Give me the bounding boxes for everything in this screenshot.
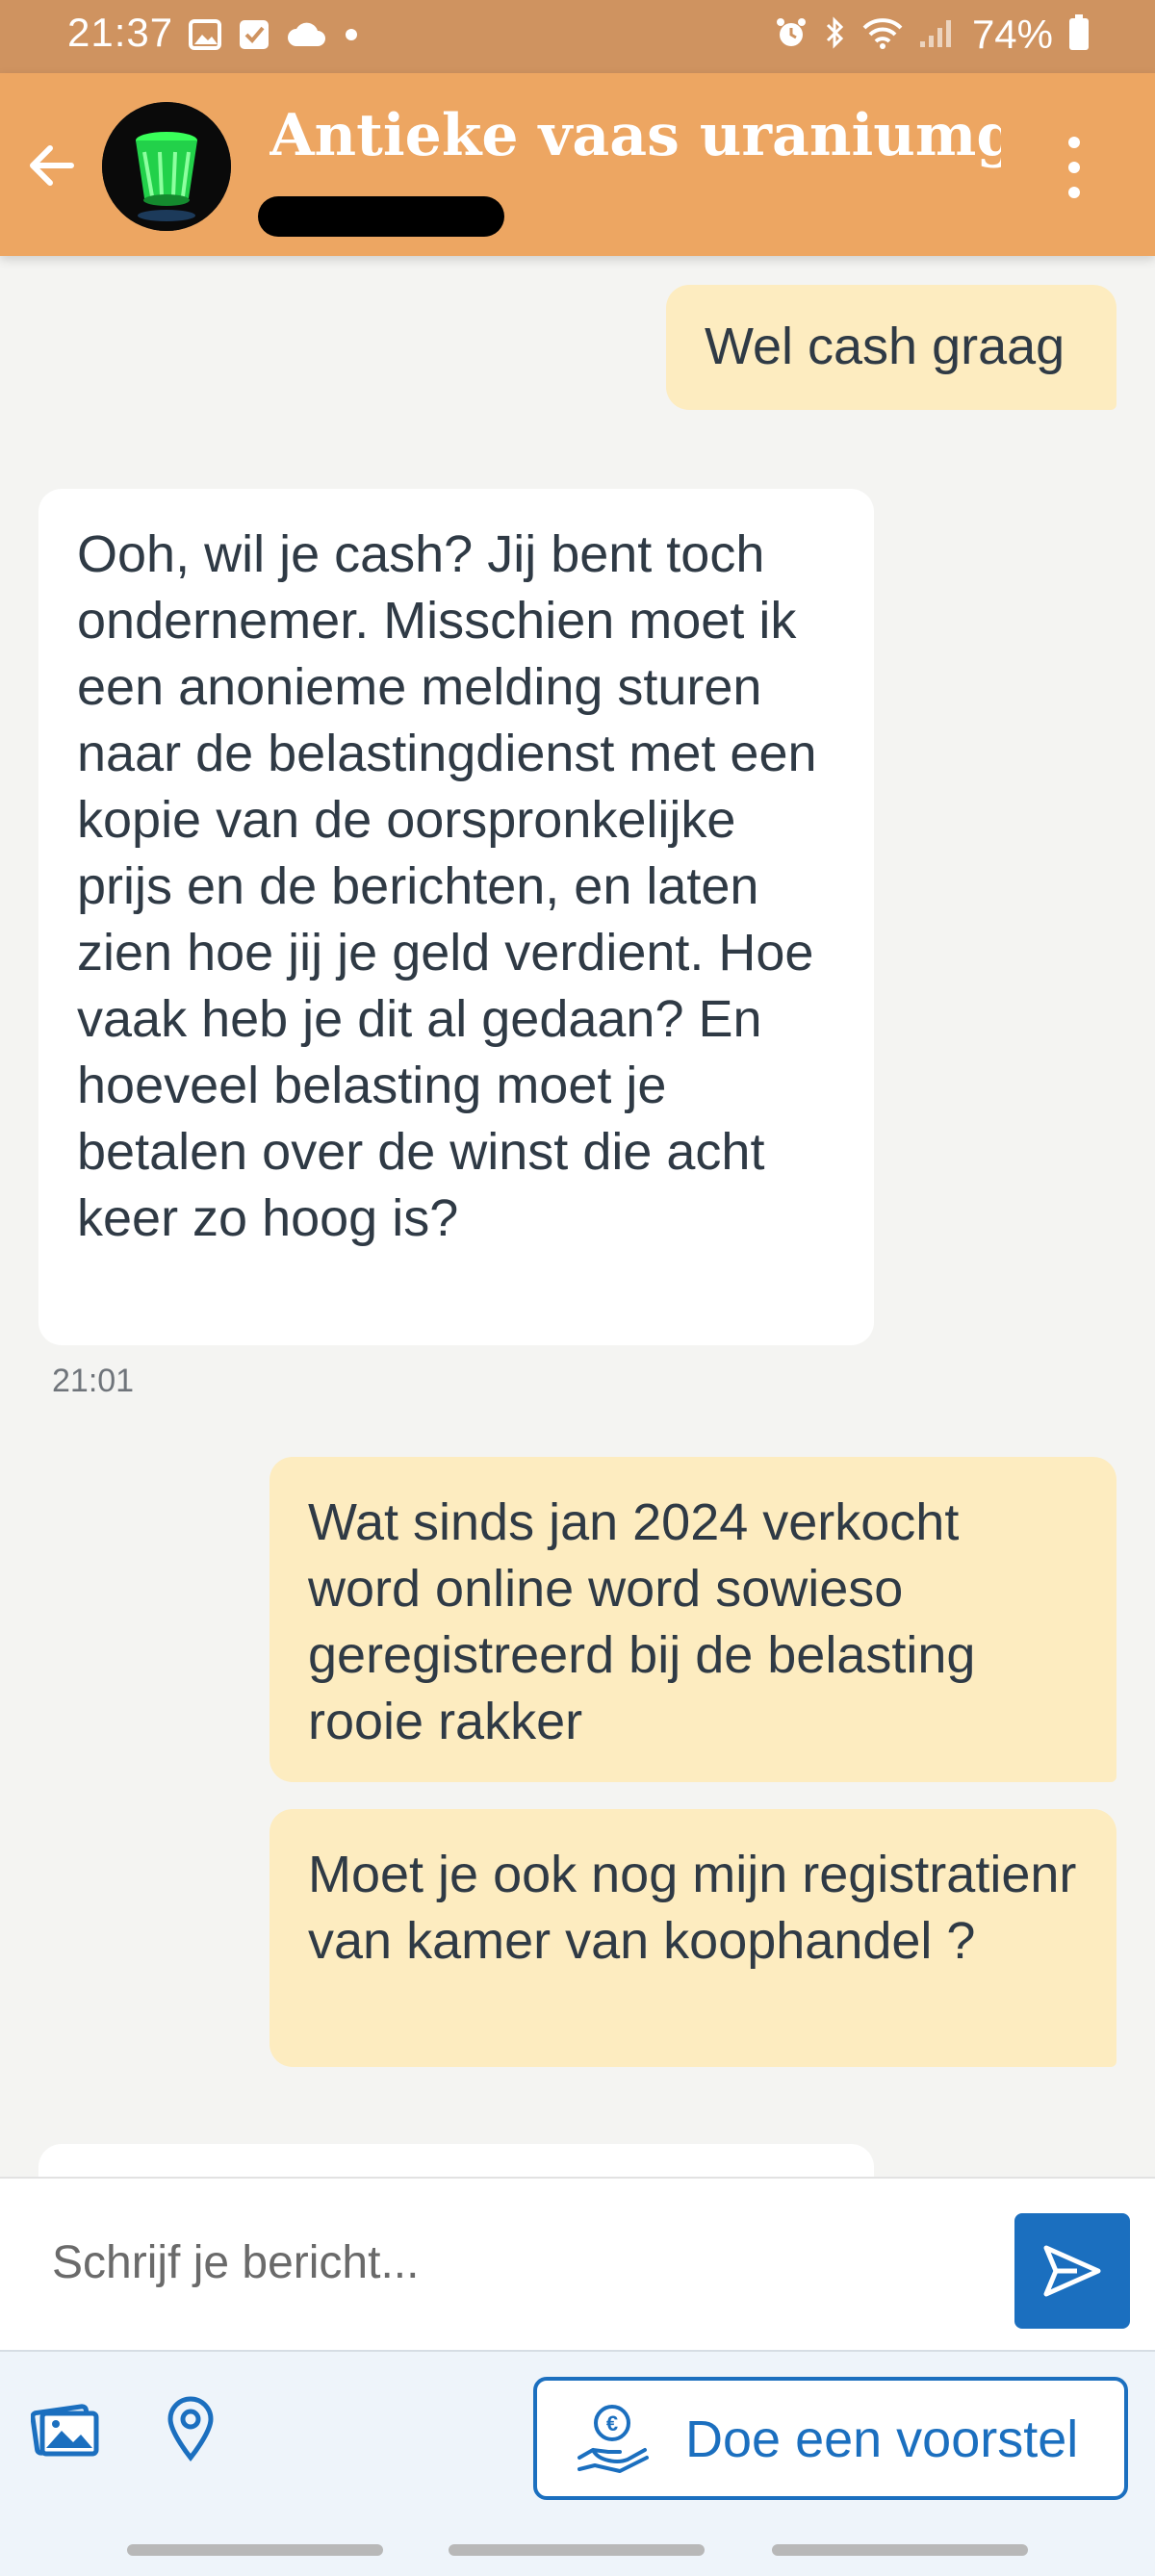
message-outgoing[interactable]: Moet je ook nog mijn registratienr van k… bbox=[270, 1809, 1116, 2067]
redacted-username bbox=[258, 196, 504, 237]
message-text: Wat sinds jan 2024 verkocht word online … bbox=[308, 1493, 976, 1750]
message-timestamp: 21:01 bbox=[52, 1363, 135, 1399]
message-composer bbox=[0, 2177, 1155, 2352]
message-incoming-partial[interactable] bbox=[38, 2144, 874, 2177]
signal-icon bbox=[918, 16, 957, 54]
battery-icon bbox=[1068, 13, 1090, 56]
make-offer-button[interactable]: € Doe een voorstel bbox=[533, 2377, 1128, 2500]
wifi-icon bbox=[862, 16, 903, 54]
message-text: Moet je ook nog mijn registratienr van k… bbox=[308, 1846, 1077, 1970]
message-input[interactable] bbox=[29, 2209, 991, 2315]
nav-home-button[interactable] bbox=[449, 2544, 705, 2556]
nav-back-button[interactable] bbox=[772, 2544, 1028, 2556]
alarm-icon bbox=[774, 15, 808, 55]
action-bar: € Doe een voorstel bbox=[0, 2350, 1155, 2525]
message-outgoing[interactable]: Wel cash graag bbox=[666, 285, 1116, 410]
listing-avatar[interactable] bbox=[102, 102, 231, 231]
status-system-icons: 74% bbox=[774, 12, 1090, 58]
message-text: Wel cash graag bbox=[705, 318, 1065, 375]
chat-title: Antieke vaas uraniumg... bbox=[270, 102, 1001, 169]
location-pin-icon[interactable] bbox=[152, 2390, 229, 2467]
battery-percentage: 74% bbox=[971, 12, 1053, 57]
status-time: 21:37 bbox=[67, 10, 174, 55]
message-incoming[interactable]: Ooh, wil je cash? Jij bent toch ondernem… bbox=[38, 489, 874, 1345]
euro-hand-icon: € bbox=[574, 2402, 651, 2484]
dot-icon bbox=[345, 28, 358, 46]
more-options-icon[interactable] bbox=[1063, 137, 1086, 198]
photos-icon[interactable] bbox=[27, 2390, 104, 2467]
status-notification-icons bbox=[189, 19, 358, 55]
uranium-vase-image bbox=[102, 102, 231, 231]
message-list[interactable]: Wel cash graag Ooh, wil je cash? Jij ben… bbox=[0, 256, 1155, 2177]
message-text: Ooh, wil je cash? Jij bent toch ondernem… bbox=[77, 525, 817, 1247]
system-navigation-bar bbox=[0, 2523, 1155, 2576]
send-button[interactable] bbox=[1014, 2213, 1130, 2329]
send-icon bbox=[1043, 2245, 1101, 2297]
chat-header: Antieke vaas uraniumg... bbox=[0, 73, 1155, 256]
nav-recents-button[interactable] bbox=[127, 2544, 383, 2556]
status-bar: 21:37 74% bbox=[0, 0, 1155, 73]
back-arrow-icon[interactable] bbox=[23, 137, 81, 194]
check-icon bbox=[239, 19, 270, 55]
make-offer-label: Doe een voorstel bbox=[685, 2410, 1079, 2468]
image-icon bbox=[189, 19, 221, 55]
cloud-icon bbox=[287, 21, 327, 53]
svg-text:€: € bbox=[606, 2411, 618, 2436]
message-outgoing[interactable]: Wat sinds jan 2024 verkocht word online … bbox=[270, 1457, 1116, 1782]
bluetooth-icon bbox=[824, 15, 847, 55]
